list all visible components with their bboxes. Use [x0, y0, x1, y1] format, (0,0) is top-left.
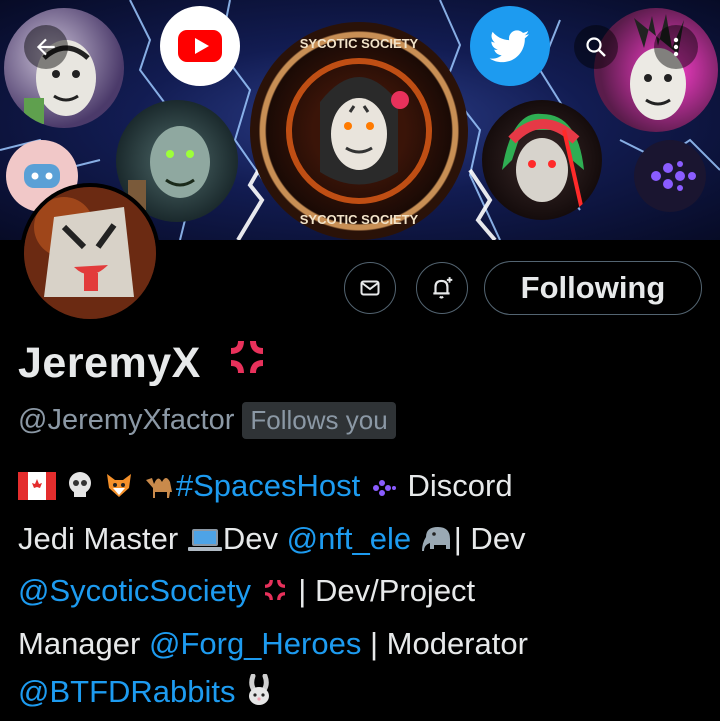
hashtag-spaceshost[interactable]: #SpacesHost — [176, 468, 360, 503]
laptop-icon — [187, 519, 223, 568]
elephant-icon — [420, 519, 454, 568]
youtube-logo — [160, 6, 240, 86]
sycotic-society-logo: SYCOTIC SOCIETY SYCOTIC SOCIETY — [250, 22, 468, 240]
purple-dots-icon — [369, 466, 399, 515]
envelope-icon — [360, 280, 380, 296]
search-icon — [586, 37, 606, 57]
back-button[interactable] — [24, 25, 68, 69]
mention-btfdrabbits[interactable]: @BTFDRabbits — [18, 674, 236, 709]
mohawk-mask-image — [630, 14, 686, 120]
bio-discord-text: Discord — [398, 468, 513, 503]
dots-logo — [634, 140, 706, 212]
red-hair-mask-image — [502, 113, 584, 211]
anger-symbol-icon — [260, 571, 290, 620]
bio-moderator-text: | Moderator — [361, 625, 528, 661]
message-button[interactable] — [344, 262, 396, 314]
username-handle: @JeremyXfactor — [18, 404, 235, 436]
bio-dev-text-2: | Dev — [453, 520, 526, 556]
nft-avatar-4 — [482, 100, 602, 220]
bio-text: #SpacesHost Discord Jedi Master Dev @nft… — [18, 462, 708, 721]
bio-jedi-text: Jedi Master — [18, 520, 187, 556]
twitter-logo — [470, 6, 550, 86]
mention-nft-ele[interactable]: @nft_ele — [287, 521, 412, 556]
following-button[interactable]: Following — [484, 261, 702, 315]
bio-manager-text: Manager — [18, 625, 149, 661]
twitter-bird-icon — [489, 30, 530, 63]
mention-forg-heroes[interactable]: @Forg_Heroes — [149, 626, 361, 661]
nft-avatar-1 — [4, 8, 124, 128]
search-button[interactable] — [574, 25, 618, 69]
bio-devpm-text: | Dev/Project — [289, 573, 476, 608]
profile-avatar[interactable] — [20, 183, 160, 323]
arrow-left-icon — [36, 38, 55, 56]
masked-face-image — [24, 40, 96, 124]
logo-text-top: SYCOTIC SOCIETY — [299, 36, 419, 51]
rabbit-icon — [244, 672, 274, 721]
display-name-row: JeremyX — [18, 333, 271, 392]
nft-avatar-2 — [594, 8, 718, 132]
follows-you-badge: Follows you — [242, 402, 396, 439]
youtube-icon — [178, 30, 222, 62]
bell-plus-icon — [433, 277, 453, 299]
bio-dev-text-1: Dev — [222, 520, 287, 556]
display-name: JeremyX — [18, 339, 201, 387]
mention-sycoticsociety[interactable]: @SycoticSociety — [18, 573, 251, 608]
more-vertical-icon — [673, 37, 679, 57]
notifications-button[interactable] — [416, 262, 468, 314]
logo-text-bottom: SYCOTIC SOCIETY — [299, 212, 419, 227]
canada-flag-icon — [18, 466, 56, 515]
purple-dots-icon — [651, 161, 696, 191]
skull-icon — [65, 466, 95, 515]
fox-icon — [103, 466, 135, 515]
more-options-button[interactable] — [654, 25, 698, 69]
handle-row: @JeremyXfactor Follows you — [18, 402, 396, 439]
camel-icon — [144, 466, 176, 515]
anonymous-mask-image — [286, 58, 432, 204]
profile-avatar-image — [24, 187, 156, 319]
anger-symbol-icon — [223, 333, 271, 392]
